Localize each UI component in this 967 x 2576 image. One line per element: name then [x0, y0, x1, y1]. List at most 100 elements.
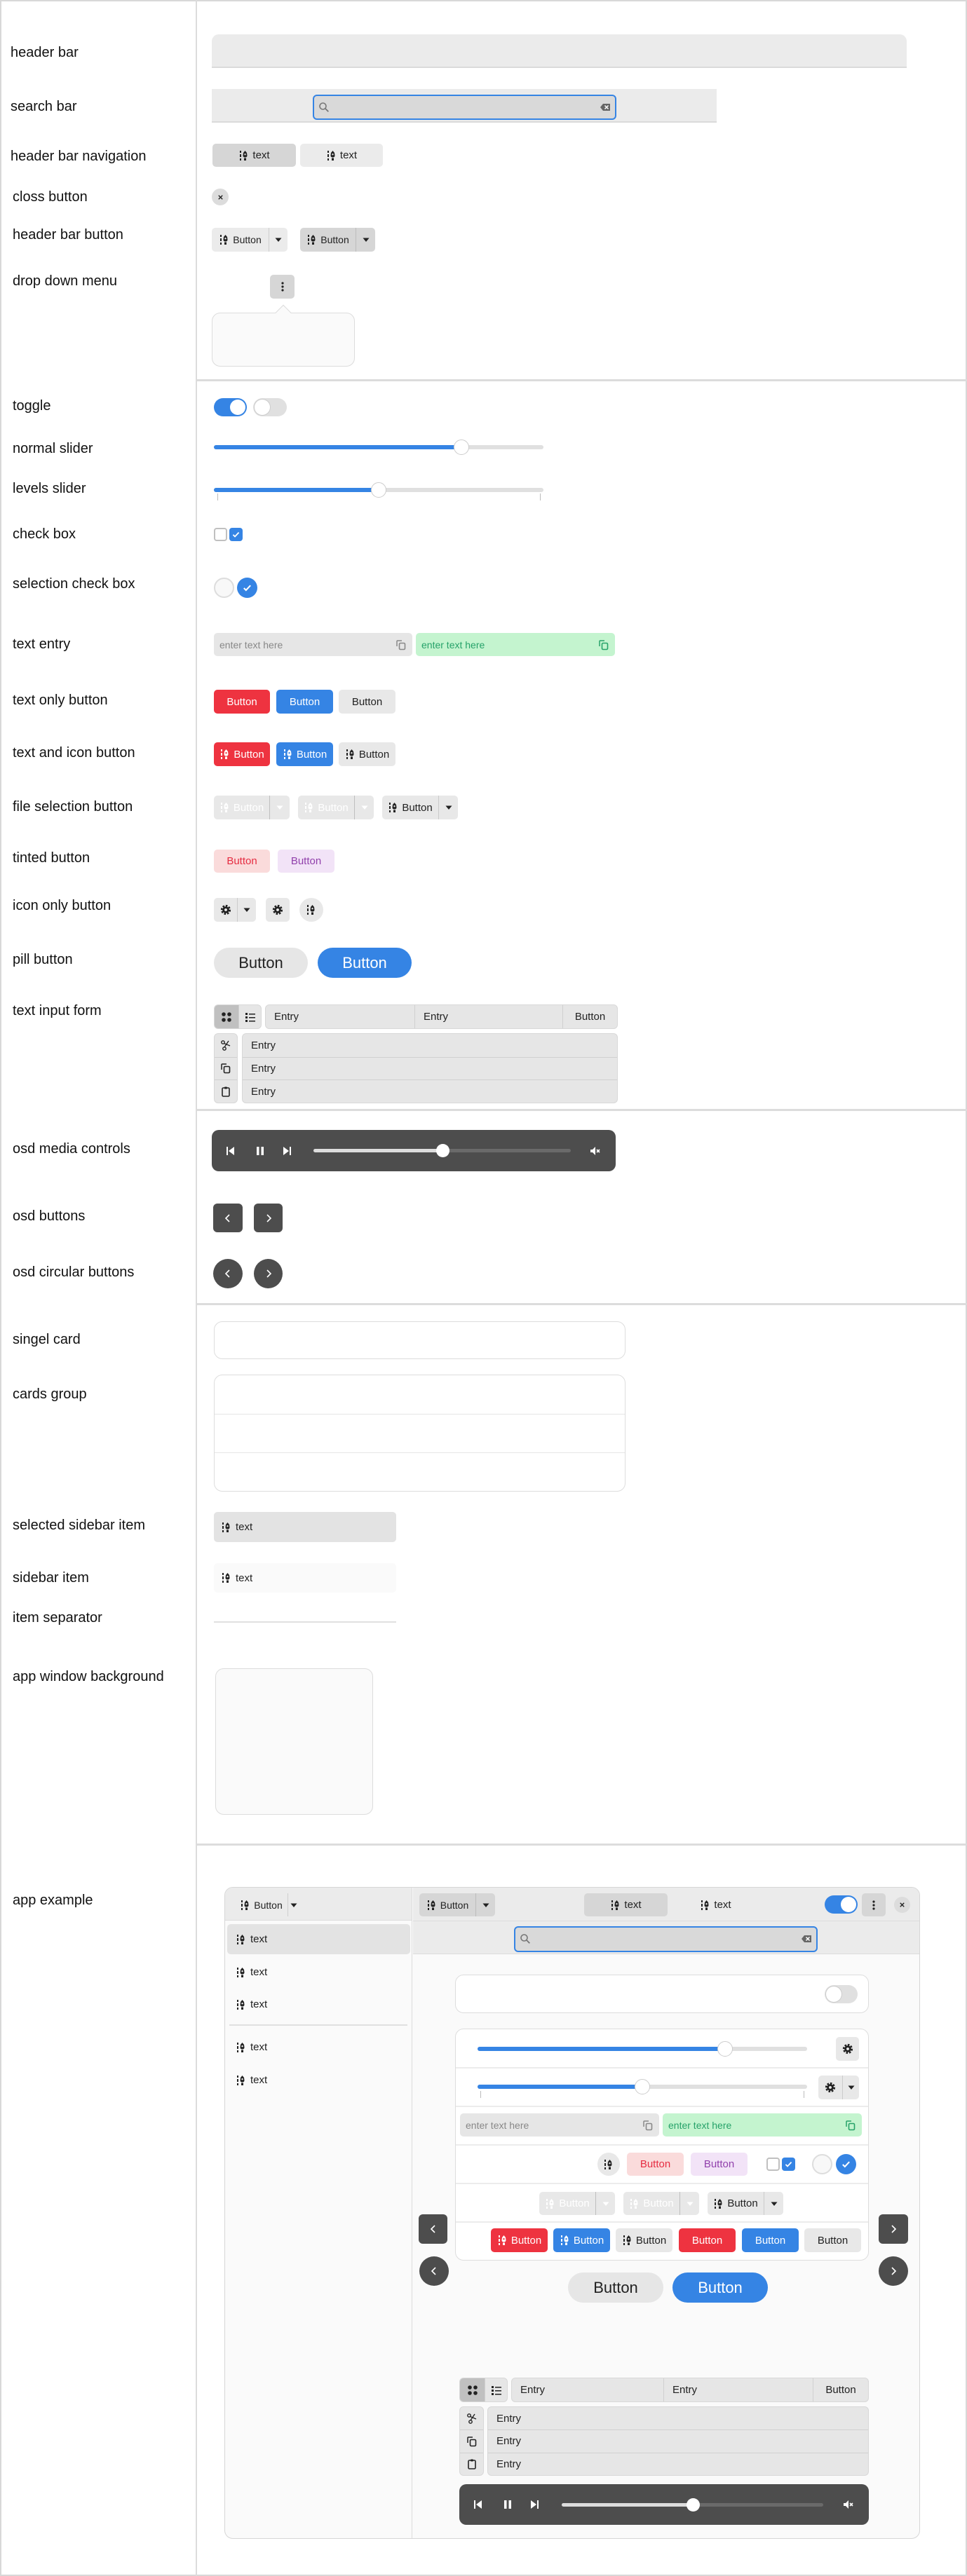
paste-button[interactable] — [460, 2452, 483, 2475]
destructive-icon-button[interactable]: Button — [491, 2228, 548, 2252]
icon-split-button[interactable] — [214, 898, 256, 922]
normal-slider[interactable] — [478, 2041, 807, 2057]
copy-button[interactable] — [460, 2430, 483, 2452]
osd-circular-forward-button[interactable] — [879, 2256, 908, 2286]
text-entry-success[interactable]: enter text here — [416, 633, 615, 656]
skip-next-icon[interactable] — [529, 2499, 540, 2510]
file-button-main[interactable]: Button — [382, 796, 438, 819]
slider-knob[interactable] — [717, 2041, 733, 2057]
osd-circular-forward-button[interactable] — [254, 1259, 283, 1288]
tinted-button-purple[interactable]: Button — [691, 2153, 748, 2176]
header-bar-button-pressed[interactable]: Button — [300, 228, 375, 252]
nav-tab[interactable]: text — [674, 1893, 757, 1916]
osd-circular-back-button[interactable] — [213, 1259, 243, 1288]
copy-icon[interactable] — [845, 2120, 856, 2131]
gear-button[interactable] — [266, 898, 290, 922]
nav-tab-selected[interactable]: text — [584, 1893, 668, 1916]
circular-icon-button[interactable] — [597, 2153, 620, 2176]
paste-button[interactable] — [215, 1079, 237, 1103]
dropdown-arrow-button[interactable] — [354, 796, 374, 819]
text-entry[interactable]: enter text here — [460, 2113, 659, 2137]
entry-row[interactable]: Entry — [243, 1056, 617, 1080]
header-toggle[interactable] — [825, 1895, 858, 1914]
default-button[interactable]: Button — [339, 690, 395, 714]
tinted-button-red[interactable]: Button — [214, 850, 270, 873]
sidebar-item-selected[interactable]: text — [227, 1924, 410, 1954]
levels-slider[interactable] — [478, 2079, 807, 2094]
entry-row[interactable]: Entry — [488, 2452, 868, 2475]
list-view-toggle[interactable] — [238, 1005, 261, 1028]
sidebar-item[interactable]: text — [214, 1563, 396, 1593]
nav-tab[interactable]: text — [300, 144, 383, 167]
default-icon-button[interactable]: Button — [616, 2228, 672, 2252]
copy-icon[interactable] — [642, 2120, 654, 2131]
file-selection-button-destructive[interactable]: Button — [214, 796, 290, 819]
dropdown-arrow-button[interactable] — [356, 228, 375, 252]
clear-icon[interactable] — [600, 102, 611, 113]
media-progress-bar[interactable] — [562, 2498, 823, 2512]
pause-icon[interactable] — [502, 2499, 513, 2510]
entry-row[interactable]: Entry — [488, 2430, 868, 2452]
volume-muted-icon[interactable] — [843, 2499, 854, 2510]
dropdown-arrow-button[interactable] — [288, 1893, 299, 1916]
card-toggle[interactable] — [825, 1985, 858, 2003]
view-toggle-group[interactable] — [214, 1004, 262, 1029]
suggested-icon-button[interactable]: Button — [276, 742, 333, 766]
window-close-button[interactable] — [894, 1897, 910, 1913]
levels-slider[interactable] — [214, 482, 543, 498]
circular-icon-button[interactable] — [299, 898, 323, 922]
skip-previous-icon[interactable] — [473, 2499, 484, 2510]
dropdown-arrow-button[interactable] — [764, 2192, 783, 2215]
suggested-button[interactable]: Button — [742, 2228, 799, 2252]
text-entry[interactable]: enter text here — [214, 633, 412, 656]
destructive-button[interactable]: Button — [214, 690, 270, 714]
search-input[interactable] — [313, 95, 616, 120]
osd-forward-button[interactable] — [254, 1204, 283, 1232]
selection-check-checked[interactable] — [237, 578, 257, 598]
volume-muted-icon[interactable] — [590, 1145, 601, 1157]
form-button[interactable]: Button — [562, 1005, 617, 1028]
default-icon-button[interactable]: Button — [339, 742, 395, 766]
search-input[interactable] — [514, 1926, 818, 1952]
dropdown-arrow-button[interactable] — [237, 898, 256, 922]
cut-button[interactable] — [460, 2407, 483, 2430]
dropdown-arrow-button[interactable] — [595, 2192, 615, 2215]
toggle-off[interactable] — [253, 398, 287, 416]
suggested-button[interactable]: Button — [276, 690, 333, 714]
selection-check-unchecked[interactable] — [812, 2154, 832, 2174]
osd-back-button[interactable] — [213, 1204, 243, 1232]
dropdown-arrow-button[interactable] — [438, 796, 458, 819]
gear-button[interactable] — [818, 2076, 842, 2099]
dropdown-arrow-button[interactable] — [679, 2192, 699, 2215]
normal-slider[interactable] — [214, 439, 543, 455]
menu-button[interactable] — [862, 1893, 886, 1916]
skip-next-icon[interactable] — [281, 1145, 292, 1157]
file-button-main[interactable]: Button — [298, 796, 354, 819]
dropdown-arrow-button[interactable] — [842, 2076, 859, 2099]
checkbox-unchecked[interactable] — [766, 2158, 780, 2171]
sidebar-item[interactable]: text — [227, 1957, 410, 1987]
file-button-main[interactable]: Button — [214, 796, 269, 819]
copy-button[interactable] — [215, 1056, 237, 1080]
osd-circular-back-button[interactable] — [419, 2256, 449, 2286]
entry-row[interactable]: Entry — [243, 1034, 617, 1057]
media-progress-knob[interactable] — [686, 2498, 700, 2512]
header-bar-button[interactable]: Button — [419, 1893, 495, 1916]
header-bar-button-main[interactable]: Button — [212, 228, 269, 252]
copy-icon[interactable] — [598, 639, 609, 650]
sidebar-header-button-main[interactable]: Button — [235, 1893, 288, 1916]
dropdown-arrow-button[interactable] — [269, 228, 288, 252]
cut-button[interactable] — [215, 1034, 237, 1057]
grid-view-toggle[interactable] — [215, 1005, 238, 1028]
suggested-icon-button[interactable]: Button — [553, 2228, 610, 2252]
osd-forward-button[interactable] — [879, 2214, 908, 2244]
toggle-on[interactable] — [214, 398, 247, 416]
clear-icon[interactable] — [801, 1933, 812, 1944]
entry-row[interactable]: Entry — [243, 1079, 617, 1103]
entry-field[interactable]: Entry — [663, 2378, 813, 2401]
sidebar-item[interactable]: text — [227, 2065, 410, 2095]
menu-button[interactable] — [270, 275, 295, 299]
selection-check-unchecked[interactable] — [214, 578, 234, 598]
checkbox-checked[interactable] — [229, 528, 243, 541]
header-bar-button-main[interactable]: Button — [300, 228, 356, 252]
